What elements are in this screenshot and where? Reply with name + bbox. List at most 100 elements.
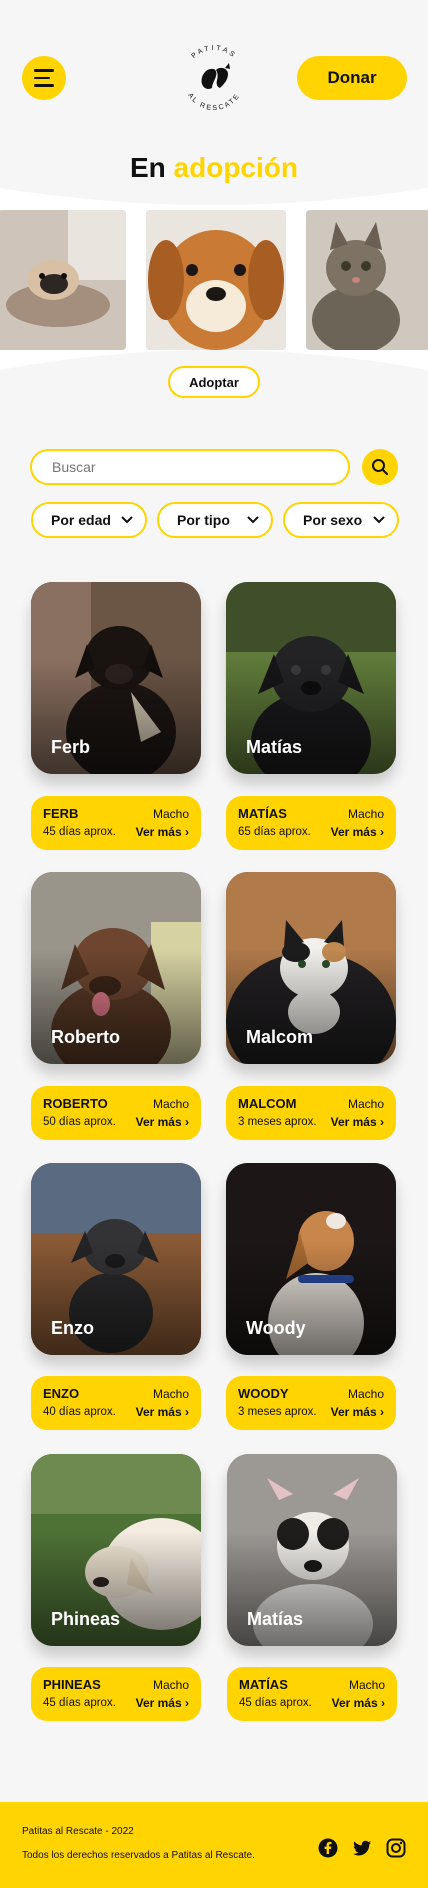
footer: Patitas al Rescate - 2022 Todos los dere… bbox=[0, 1802, 428, 1888]
pet-card-info[interactable]: MATÍAS Macho 65 días aprox. Ver más › bbox=[226, 796, 396, 850]
brand-top-text: PATITAS bbox=[190, 45, 235, 60]
pet-card-info[interactable]: FERB Macho 45 días aprox. Ver más › bbox=[31, 796, 201, 850]
pet-card-photo[interactable]: Enzo bbox=[31, 1163, 201, 1355]
pet-sex: Macho bbox=[347, 1386, 384, 1401]
pet-name: MATÍAS bbox=[238, 806, 287, 821]
see-more-link[interactable]: Ver más › bbox=[331, 1115, 384, 1129]
brand-bottom-text: AL RESCATE bbox=[186, 92, 240, 112]
pet-sex: Macho bbox=[152, 1677, 189, 1692]
chevron-right-icon: › bbox=[380, 1405, 384, 1419]
donate-button[interactable]: Donar bbox=[297, 56, 407, 100]
svg-text:PATITAS: PATITAS bbox=[190, 45, 237, 60]
pet-card-photo[interactable]: Ferb bbox=[31, 582, 201, 774]
pet-age: 3 meses aprox. bbox=[238, 1116, 317, 1128]
pet-photo-name: Woody bbox=[246, 1318, 306, 1338]
menu-icon-bar bbox=[34, 84, 54, 87]
hero-photo-dog bbox=[146, 210, 286, 350]
see-more-label: Ver más bbox=[331, 1696, 378, 1710]
pet-card-photo[interactable]: Phineas bbox=[31, 1454, 201, 1646]
hero-photo-kitten bbox=[306, 210, 428, 350]
see-more-link[interactable]: Ver más › bbox=[332, 1696, 385, 1710]
pet-card-info[interactable]: ENZO Macho 40 días aprox. Ver más › bbox=[31, 1376, 201, 1430]
see-more-link[interactable]: Ver más › bbox=[136, 1115, 189, 1129]
filter-label: Por tipo bbox=[177, 512, 230, 528]
pet-sex: Macho bbox=[152, 1386, 189, 1401]
see-more-link[interactable]: Ver más › bbox=[331, 1405, 384, 1419]
chevron-right-icon: › bbox=[185, 1696, 189, 1710]
chevron-right-icon: › bbox=[380, 825, 384, 839]
pet-age: 40 días aprox. bbox=[43, 1406, 116, 1418]
pet-age: 45 días aprox. bbox=[43, 826, 116, 838]
adopt-button[interactable]: Adoptar bbox=[168, 366, 260, 398]
chevron-down-icon bbox=[247, 516, 259, 524]
menu-icon-bar bbox=[34, 76, 50, 80]
pet-age: 45 días aprox. bbox=[239, 1697, 312, 1709]
pet-photo-name: Matías bbox=[246, 737, 303, 757]
pet-name: MATÍAS bbox=[239, 1677, 288, 1692]
facebook-icon[interactable] bbox=[318, 1838, 338, 1858]
footer-copyright: Patitas al Rescate - 2022 bbox=[22, 1826, 134, 1837]
pet-sex: Macho bbox=[348, 1677, 385, 1692]
pet-photo-name: Roberto bbox=[51, 1027, 120, 1047]
filter-label: Por edad bbox=[51, 512, 111, 528]
pet-name: MALCOM bbox=[238, 1096, 297, 1111]
chevron-right-icon: › bbox=[380, 1115, 384, 1129]
pet-card-photo[interactable]: Roberto bbox=[31, 872, 201, 1064]
pet-name: ENZO bbox=[43, 1386, 80, 1401]
pet-card-photo[interactable]: Matías bbox=[226, 582, 396, 774]
pet-name: ROBERTO bbox=[43, 1096, 108, 1111]
see-more-link[interactable]: Ver más › bbox=[331, 825, 384, 839]
pet-photo-name: Ferb bbox=[51, 737, 91, 757]
see-more-label: Ver más bbox=[330, 825, 377, 839]
header: PATITAS AL RESCATE Donar bbox=[0, 0, 428, 150]
footer-rights: Todos los derechos reservados a Patitas … bbox=[22, 1850, 255, 1861]
search-icon bbox=[372, 459, 388, 475]
chevron-right-icon: › bbox=[381, 1696, 385, 1710]
chevron-right-icon: › bbox=[185, 1405, 189, 1419]
see-more-link[interactable]: Ver más › bbox=[136, 1405, 189, 1419]
pet-age: 45 días aprox. bbox=[43, 1697, 116, 1709]
pet-card-info[interactable]: MALCOM Macho 3 meses aprox. Ver más › bbox=[226, 1086, 396, 1140]
pet-card-info[interactable]: PHINEAS Macho 45 días aprox. Ver más › bbox=[31, 1667, 201, 1721]
see-more-link[interactable]: Ver más › bbox=[136, 1696, 189, 1710]
see-more-label: Ver más bbox=[330, 1405, 377, 1419]
instagram-icon[interactable] bbox=[386, 1838, 406, 1858]
hero-photo-pug bbox=[0, 210, 126, 350]
pet-age: 3 meses aprox. bbox=[238, 1406, 317, 1418]
filter-age[interactable]: Por edad bbox=[31, 502, 147, 538]
chevron-down-icon bbox=[121, 516, 133, 524]
menu-icon-bar bbox=[34, 69, 54, 72]
pet-sex: Macho bbox=[152, 1096, 189, 1111]
pet-name: FERB bbox=[43, 806, 79, 821]
pet-age: 65 días aprox. bbox=[238, 826, 311, 838]
see-more-label: Ver más bbox=[135, 825, 182, 839]
see-more-label: Ver más bbox=[135, 1696, 182, 1710]
filter-type[interactable]: Por tipo bbox=[157, 502, 273, 538]
pet-photo-name: Malcom bbox=[246, 1027, 314, 1047]
see-more-link[interactable]: Ver más › bbox=[136, 825, 189, 839]
menu-button[interactable] bbox=[22, 56, 66, 100]
filter-sex[interactable]: Por sexo bbox=[283, 502, 399, 538]
pet-card-info[interactable]: ROBERTO Macho 50 días aprox. Ver más › bbox=[31, 1086, 201, 1140]
pet-sex: Macho bbox=[347, 1096, 384, 1111]
chevron-right-icon: › bbox=[185, 1115, 189, 1129]
title-plain: En bbox=[129, 152, 166, 183]
pet-card-photo[interactable]: Matías bbox=[227, 1454, 397, 1646]
see-more-label: Ver más bbox=[135, 1405, 182, 1419]
pet-card-photo[interactable]: Woody bbox=[226, 1163, 396, 1355]
pet-card-info[interactable]: MATÍAS Macho 45 días aprox. Ver más › bbox=[227, 1667, 397, 1721]
chevron-right-icon: › bbox=[185, 825, 189, 839]
pet-card-photo[interactable]: Malcom bbox=[226, 872, 396, 1064]
pet-sex: Macho bbox=[152, 806, 189, 821]
pet-name: PHINEAS bbox=[43, 1677, 101, 1692]
see-more-label: Ver más bbox=[135, 1115, 182, 1129]
twitter-icon[interactable] bbox=[352, 1838, 372, 1858]
pet-photo-name: Matías bbox=[247, 1609, 304, 1629]
pet-card-info[interactable]: WOODY Macho 3 meses aprox. Ver más › bbox=[226, 1376, 396, 1430]
search-input[interactable] bbox=[30, 449, 350, 485]
search-button[interactable] bbox=[362, 449, 398, 485]
pet-sex: Macho bbox=[347, 806, 384, 821]
pet-age: 50 días aprox. bbox=[43, 1116, 116, 1128]
logo[interactable]: PATITAS AL RESCATE bbox=[176, 40, 252, 116]
pet-name: WOODY bbox=[238, 1386, 289, 1401]
